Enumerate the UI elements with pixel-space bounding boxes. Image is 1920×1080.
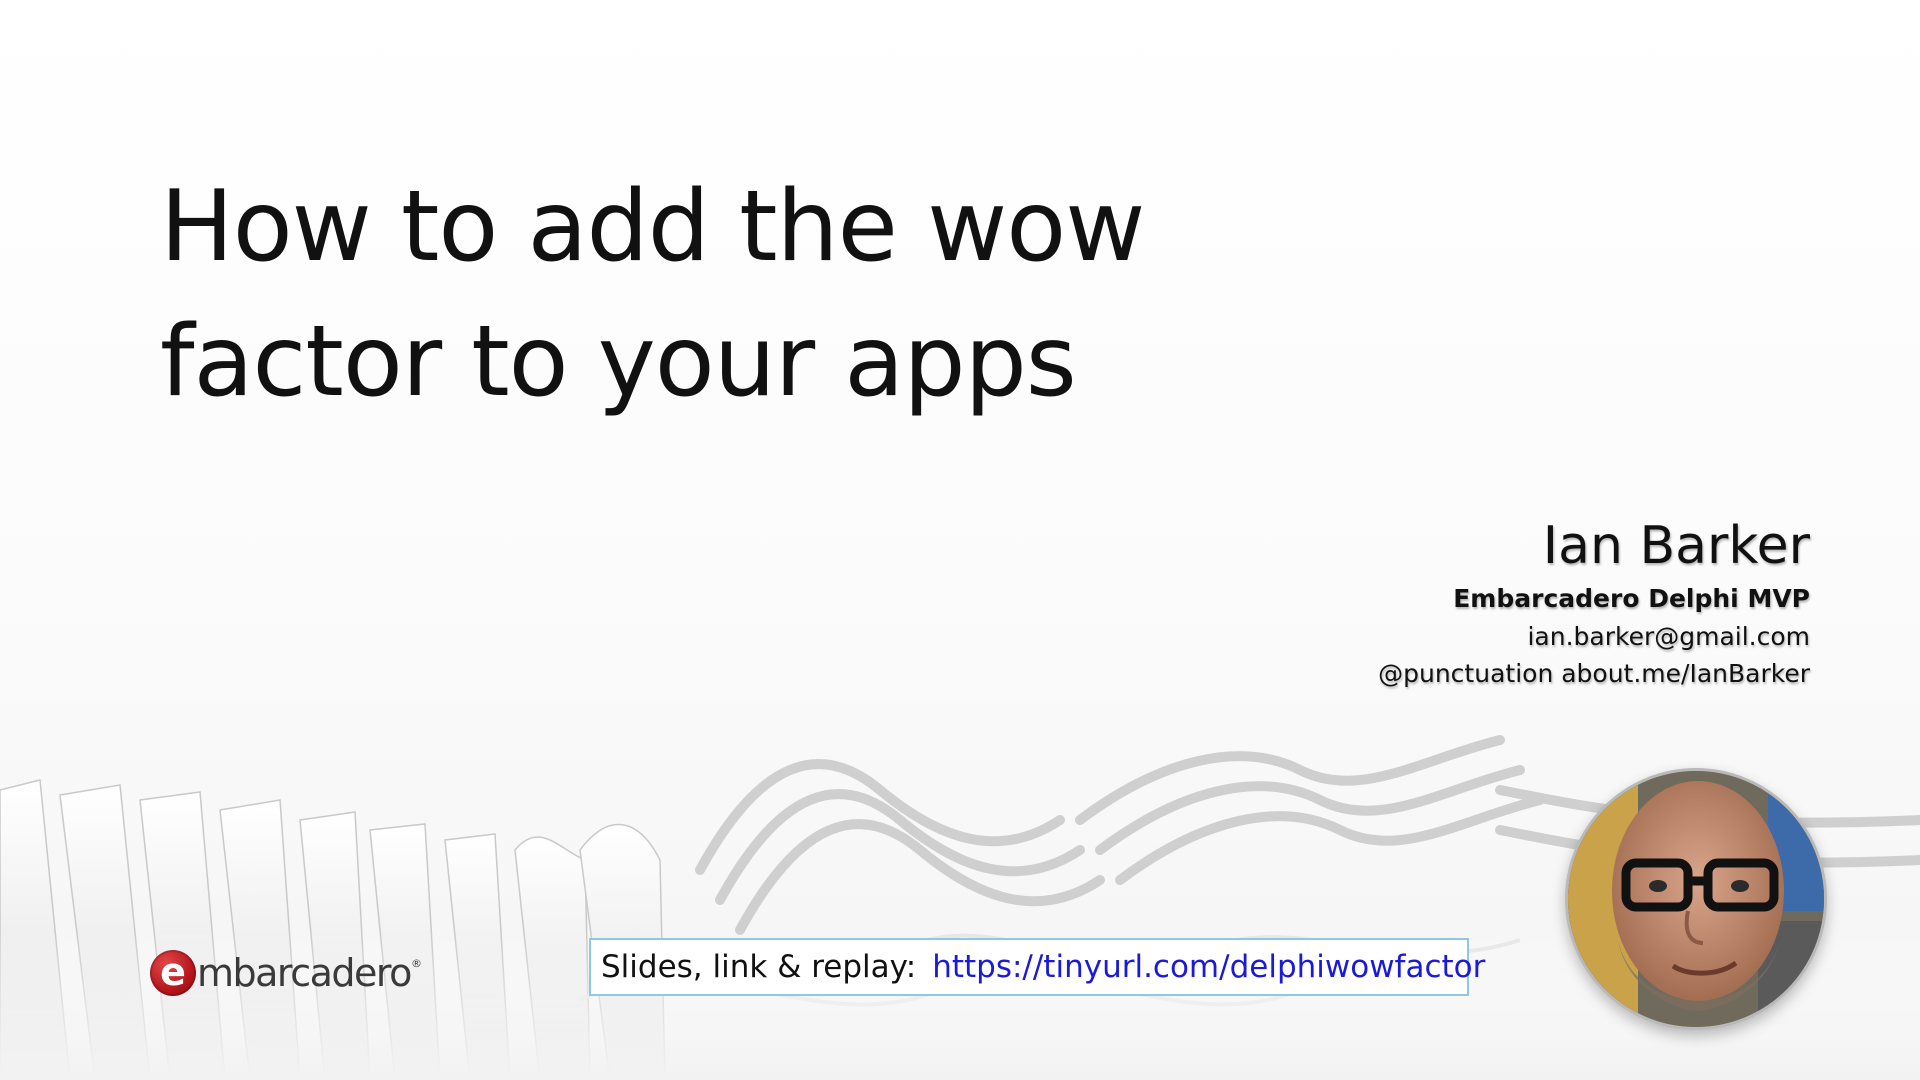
- embarcadero-logo: e mbarcadero ®: [150, 945, 422, 1001]
- presenter-role: Embarcadero Delphi MVP: [1453, 584, 1810, 613]
- slides-link-url[interactable]: https://tinyurl.com/delphiwowfactor: [932, 949, 1485, 985]
- embarcadero-logo-text: mbarcadero: [197, 951, 412, 995]
- slides-link-box: Slides, link & replay: https://tinyurl.c…: [589, 938, 1485, 996]
- slide-title-line-1: How to add the wow: [160, 170, 1145, 284]
- registered-mark: ®: [410, 957, 422, 970]
- presentation-slide: How to add the wow factor to your apps I…: [0, 0, 1920, 1080]
- slide-title: How to add the wow factor to your apps: [160, 160, 1260, 430]
- presenter-photo: [1565, 768, 1827, 1030]
- slides-link-label: Slides, link & replay:: [601, 949, 917, 985]
- presenter-name: Ian Barker: [1542, 516, 1810, 576]
- presenter-social: @punctuation about.me/IanBarker: [1378, 659, 1810, 688]
- presenter-info: Ian Barker Embarcadero Delphi MVP ian.ba…: [1378, 512, 1810, 692]
- embarcadero-logo-mark: e: [150, 950, 196, 996]
- slide-title-line-2: factor to your apps: [160, 305, 1077, 419]
- presenter-portrait-icon: [1568, 771, 1824, 1027]
- presenter-email: ian.barker@gmail.com: [1527, 622, 1810, 651]
